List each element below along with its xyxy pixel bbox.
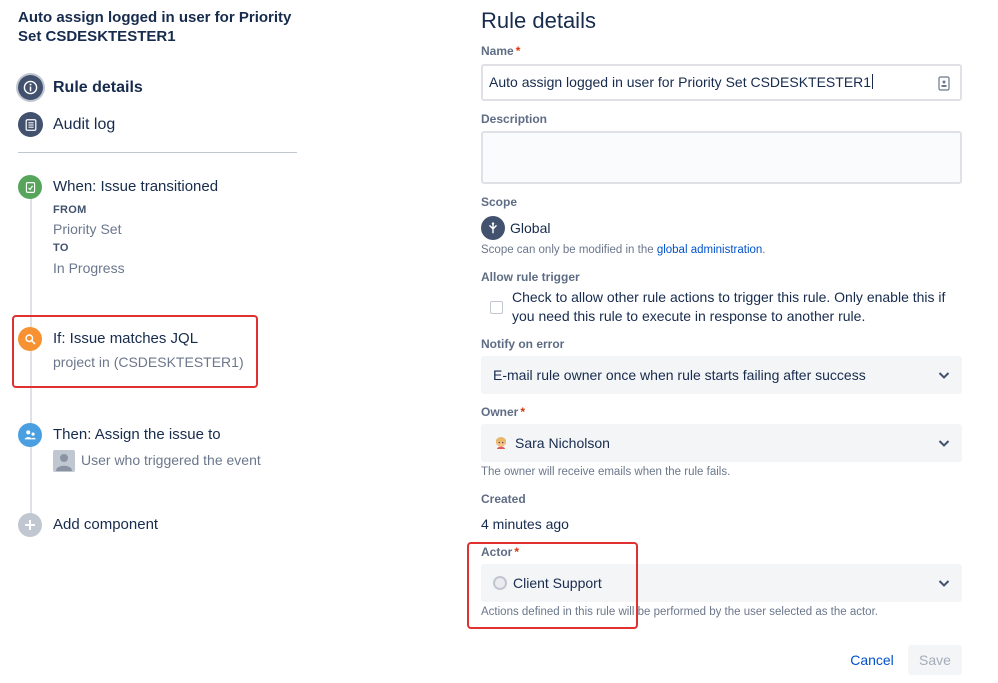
scope-label: Scope <box>481 195 518 209</box>
condition-highlight-box <box>12 315 258 388</box>
nav-divider <box>18 152 297 153</box>
allow-trigger-checkbox-label[interactable]: Check to allow other rule actions to tri… <box>512 288 962 326</box>
save-button[interactable]: Save <box>908 645 962 675</box>
trigger-title: When: Issue transitioned <box>53 178 219 195</box>
owner-label: Owner * <box>481 405 526 419</box>
trigger-to-label: TO <box>53 242 69 254</box>
plus-icon <box>18 513 42 537</box>
name-input[interactable]: Auto assign logged in user for Priority … <box>481 64 962 101</box>
action-title: Then: Assign the issue to <box>53 426 221 443</box>
trigger-to-value: In Progress <box>53 260 125 276</box>
trigger-from-label: FROM <box>53 204 87 216</box>
description-label: Description <box>481 112 548 126</box>
form-heading: Rule details <box>481 8 596 33</box>
chevron-down-icon <box>938 372 950 379</box>
chevron-down-icon <box>938 580 950 587</box>
notify-label: Notify on error <box>481 337 565 351</box>
rule-sidebar: Auto assign logged in user for Priority … <box>0 0 310 683</box>
global-administration-link[interactable]: global administration <box>657 244 762 256</box>
rule-title: Auto assign logged in user for Priority … <box>18 9 292 45</box>
info-icon <box>18 75 43 100</box>
notify-select-value: E-mail rule owner once when rule starts … <box>493 367 866 383</box>
add-component-button[interactable]: Add component <box>18 513 188 539</box>
scope-helper: Scope can only be modified in the global… <box>481 244 766 256</box>
autofill-icon[interactable] <box>938 76 950 91</box>
add-component-label: Add component <box>53 516 159 533</box>
user-avatar-icon <box>53 450 75 472</box>
notify-select[interactable]: E-mail rule owner once when rule starts … <box>481 356 962 394</box>
action-component[interactable]: Then: Assign the issue to User who trigg… <box>18 423 278 473</box>
description-input[interactable] <box>481 131 962 184</box>
trigger-from-value: Priority Set <box>53 221 122 237</box>
owner-select[interactable]: Sara Nicholson <box>481 424 962 462</box>
trigger-component[interactable]: When: Issue transitioned FROM Priority S… <box>18 175 298 285</box>
action-value: User who triggered the event <box>81 452 261 468</box>
actor-highlight-box <box>467 542 638 629</box>
assign-user-icon <box>18 423 42 447</box>
created-value: 4 minutes ago <box>481 516 569 532</box>
created-label: Created <box>481 492 526 506</box>
name-label: Name * <box>481 44 521 58</box>
allow-trigger-label: Allow rule trigger <box>481 270 580 284</box>
scope-value: Global <box>481 216 550 240</box>
cancel-button[interactable]: Cancel <box>840 645 904 675</box>
nav-audit-log-label: Audit log <box>53 115 116 133</box>
audit-log-icon <box>18 112 43 137</box>
name-input-value: Auto assign logged in user for Priority … <box>489 74 874 90</box>
global-scope-icon <box>481 216 505 240</box>
owner-helper: The owner will receive emails when the r… <box>481 466 731 478</box>
nav-rule-details-label: Rule details <box>53 78 143 96</box>
owner-avatar <box>496 437 506 449</box>
chevron-down-icon <box>938 440 950 447</box>
allow-trigger-checkbox[interactable] <box>490 301 503 314</box>
trigger-icon <box>18 175 42 199</box>
nav-audit-log[interactable]: Audit log <box>18 112 115 137</box>
owner-select-value: Sara Nicholson <box>515 435 610 451</box>
nav-rule-details[interactable]: Rule details <box>18 75 143 100</box>
